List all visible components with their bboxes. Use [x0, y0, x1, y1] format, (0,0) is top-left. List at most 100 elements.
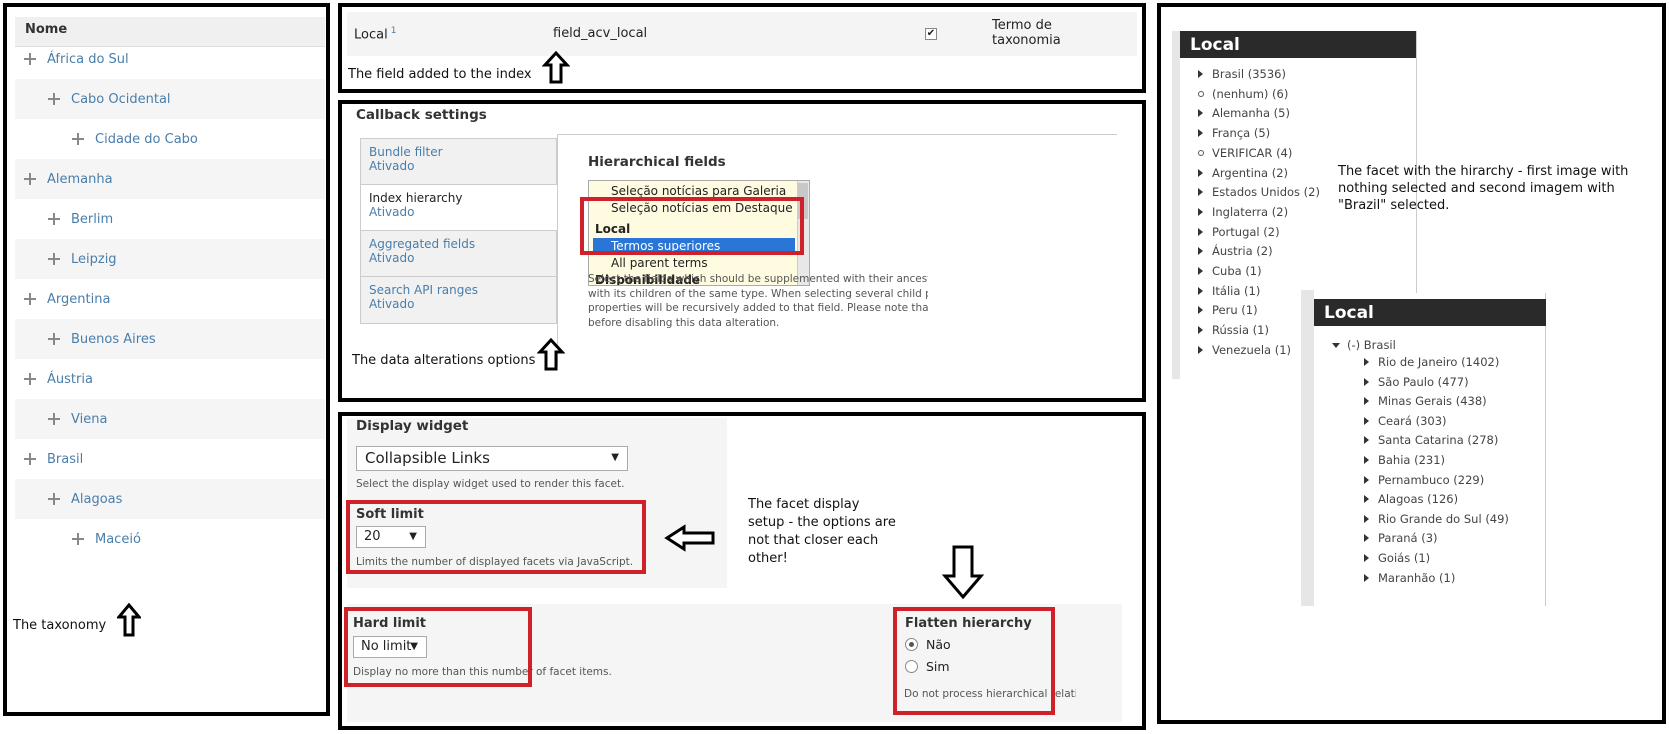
divider	[557, 134, 558, 366]
display-widget-select[interactable]: Collapsible Links ▼	[356, 446, 628, 471]
facet-child-item[interactable]: Minas Gerais (438)	[1364, 394, 1487, 408]
taxonomy-row[interactable]: Berlim	[15, 199, 325, 239]
taxonomy-row[interactable]: Cabo Ocidental	[15, 79, 325, 119]
taxonomy-term-link[interactable]: Cidade do Cabo	[95, 132, 198, 147]
callback-note: The data alterations options	[352, 353, 536, 368]
facet-item[interactable]: Inglaterra (2)	[1198, 205, 1288, 219]
hierarchical-fields-description: Select the fields which should be supple…	[588, 272, 928, 330]
facet-item-label: Itália (1)	[1212, 283, 1261, 298]
facet-item[interactable]: França (5)	[1198, 126, 1270, 140]
facet-item[interactable]: (nenhum) (6)	[1198, 87, 1288, 101]
facet-item[interactable]: Peru (1)	[1198, 303, 1258, 317]
display-note: The facet display setup - the options ar…	[748, 496, 896, 568]
facet-child-item[interactable]: Paraná (3)	[1364, 531, 1438, 545]
facet-item-label: França (5)	[1212, 126, 1271, 141]
drag-handle-icon[interactable]	[47, 492, 61, 506]
tab-aggregated-fields[interactable]: Aggregated fields Ativado	[361, 231, 556, 277]
divider	[557, 134, 1117, 135]
triangle-right-icon	[1198, 286, 1203, 295]
facet-item[interactable]: Brasil (3536)	[1198, 67, 1286, 81]
note-line: nothing selected and second imagem with	[1338, 181, 1615, 196]
index-field-note: The field added to the index	[348, 67, 532, 82]
taxonomy-term-link[interactable]: África do Sul	[47, 52, 129, 67]
facet-child-item[interactable]: Alagoas (126)	[1364, 492, 1458, 506]
facet-item[interactable]: Áustria (2)	[1198, 244, 1273, 258]
facet-item-label: (nenhum) (6)	[1212, 86, 1289, 101]
triangle-right-icon	[1198, 247, 1203, 256]
taxonomy-term-link[interactable]: Viena	[71, 412, 107, 427]
taxonomy-row[interactable]: Buenos Aires	[15, 319, 325, 359]
taxonomy-term-link[interactable]: Alagoas	[71, 492, 122, 507]
drag-handle-icon[interactable]	[23, 452, 37, 466]
facet-child-item[interactable]: Ceará (303)	[1364, 414, 1447, 428]
note-line: other!	[748, 551, 788, 566]
drag-handle-icon[interactable]	[71, 132, 85, 146]
taxonomy-row[interactable]: Alagoas	[15, 479, 325, 519]
facet-child-item[interactable]: Bahia (231)	[1364, 453, 1445, 467]
drag-handle-icon[interactable]	[23, 372, 37, 386]
facet-panel: Local Brasil (3536) (nenhum) (6) Alemanha …	[1157, 3, 1666, 724]
facet-item[interactable]: Cuba (1)	[1198, 264, 1262, 278]
facet-item[interactable]: Itália (1)	[1198, 284, 1260, 298]
facet-parent-item[interactable]: (-) Brasil	[1332, 338, 1396, 352]
taxonomy-term-link[interactable]: Berlim	[71, 212, 113, 227]
triangle-right-icon	[1364, 534, 1369, 543]
taxonomy-term-link[interactable]: Buenos Aires	[71, 332, 156, 347]
taxonomy-term-link[interactable]: Alemanha	[47, 172, 113, 187]
taxonomy-row[interactable]: Alemanha	[15, 159, 325, 199]
taxonomy-row[interactable]: Maceió	[15, 519, 325, 559]
facet-item[interactable]: VERIFICAR (4)	[1198, 146, 1292, 160]
drag-handle-icon[interactable]	[47, 212, 61, 226]
taxonomy-row[interactable]: Argentina	[15, 279, 325, 319]
facet-item-label: Alemanha (5)	[1212, 106, 1290, 121]
drag-handle-icon[interactable]	[47, 92, 61, 106]
drag-handle-icon[interactable]	[71, 532, 85, 546]
facet-item-label: Paraná (3)	[1378, 531, 1438, 546]
taxonomy-row[interactable]: África do Sul	[15, 39, 325, 79]
taxonomy-term-link[interactable]: Áustria	[47, 372, 93, 387]
facet-shadow	[1172, 31, 1180, 379]
facet-child-item[interactable]: São Paulo (477)	[1364, 375, 1469, 389]
facet-child-item[interactable]: Santa Catarina (278)	[1364, 433, 1498, 447]
description-line: properties will be recursively added to …	[588, 302, 928, 314]
facet-item[interactable]: Estados Unidos (2)	[1198, 185, 1320, 199]
facet-child-item[interactable]: Pernambuco (229)	[1364, 473, 1484, 487]
drag-handle-icon[interactable]	[23, 172, 37, 186]
highlight-box	[580, 197, 804, 255]
select-option[interactable]: All parent terms	[589, 255, 809, 272]
tab-search-api-ranges[interactable]: Search API ranges Ativado	[361, 277, 556, 323]
taxonomy-row[interactable]: Cidade do Cabo	[15, 119, 325, 159]
facet-item-label: Pernambuco (229)	[1378, 472, 1485, 487]
drag-handle-icon[interactable]	[47, 332, 61, 346]
tab-bundle-filter[interactable]: Bundle filter Ativado	[361, 139, 556, 185]
taxonomy-term-link[interactable]: Argentina	[47, 292, 110, 307]
taxonomy-term-link[interactable]: Brasil	[47, 452, 83, 467]
facet-child-item[interactable]: Rio Grande do Sul (49)	[1364, 512, 1509, 526]
note-line: setup - the options are	[748, 515, 896, 530]
drag-handle-icon[interactable]	[47, 412, 61, 426]
facet-item-label: Peru (1)	[1212, 303, 1258, 318]
facet-item[interactable]: Alemanha (5)	[1198, 106, 1290, 120]
facet-item[interactable]: Venezuela (1)	[1198, 343, 1291, 357]
taxonomy-row[interactable]: Áustria	[15, 359, 325, 399]
facet-item-label: Venezuela (1)	[1212, 342, 1292, 357]
taxonomy-row[interactable]: Viena	[15, 399, 325, 439]
facet-item[interactable]: Argentina (2)	[1198, 166, 1288, 180]
facet-child-item[interactable]: Goiás (1)	[1364, 551, 1430, 565]
facet-item[interactable]: Portugal (2)	[1198, 225, 1280, 239]
field-indexed-checkbox[interactable]: ✔	[925, 28, 937, 40]
facet-child-item[interactable]: Rio de Janeiro (1402)	[1364, 355, 1499, 369]
taxonomy-term-link[interactable]: Leipzig	[71, 252, 117, 267]
triangle-right-icon	[1364, 436, 1369, 445]
facet-child-item[interactable]: Maranhão (1)	[1364, 571, 1455, 585]
drag-handle-icon[interactable]	[23, 52, 37, 66]
drag-handle-icon[interactable]	[47, 252, 61, 266]
drag-handle-icon[interactable]	[23, 292, 37, 306]
taxonomy-term-link[interactable]: Maceió	[95, 532, 141, 547]
tab-index-hierarchy[interactable]: Index hierarchy Ativado	[361, 185, 557, 231]
field-machine-name: field_acv_local	[553, 26, 648, 41]
taxonomy-row[interactable]: Brasil	[15, 439, 325, 479]
taxonomy-row[interactable]: Leipzig	[15, 239, 325, 279]
taxonomy-term-link[interactable]: Cabo Ocidental	[71, 92, 171, 107]
facet-item[interactable]: Rússia (1)	[1198, 323, 1269, 337]
